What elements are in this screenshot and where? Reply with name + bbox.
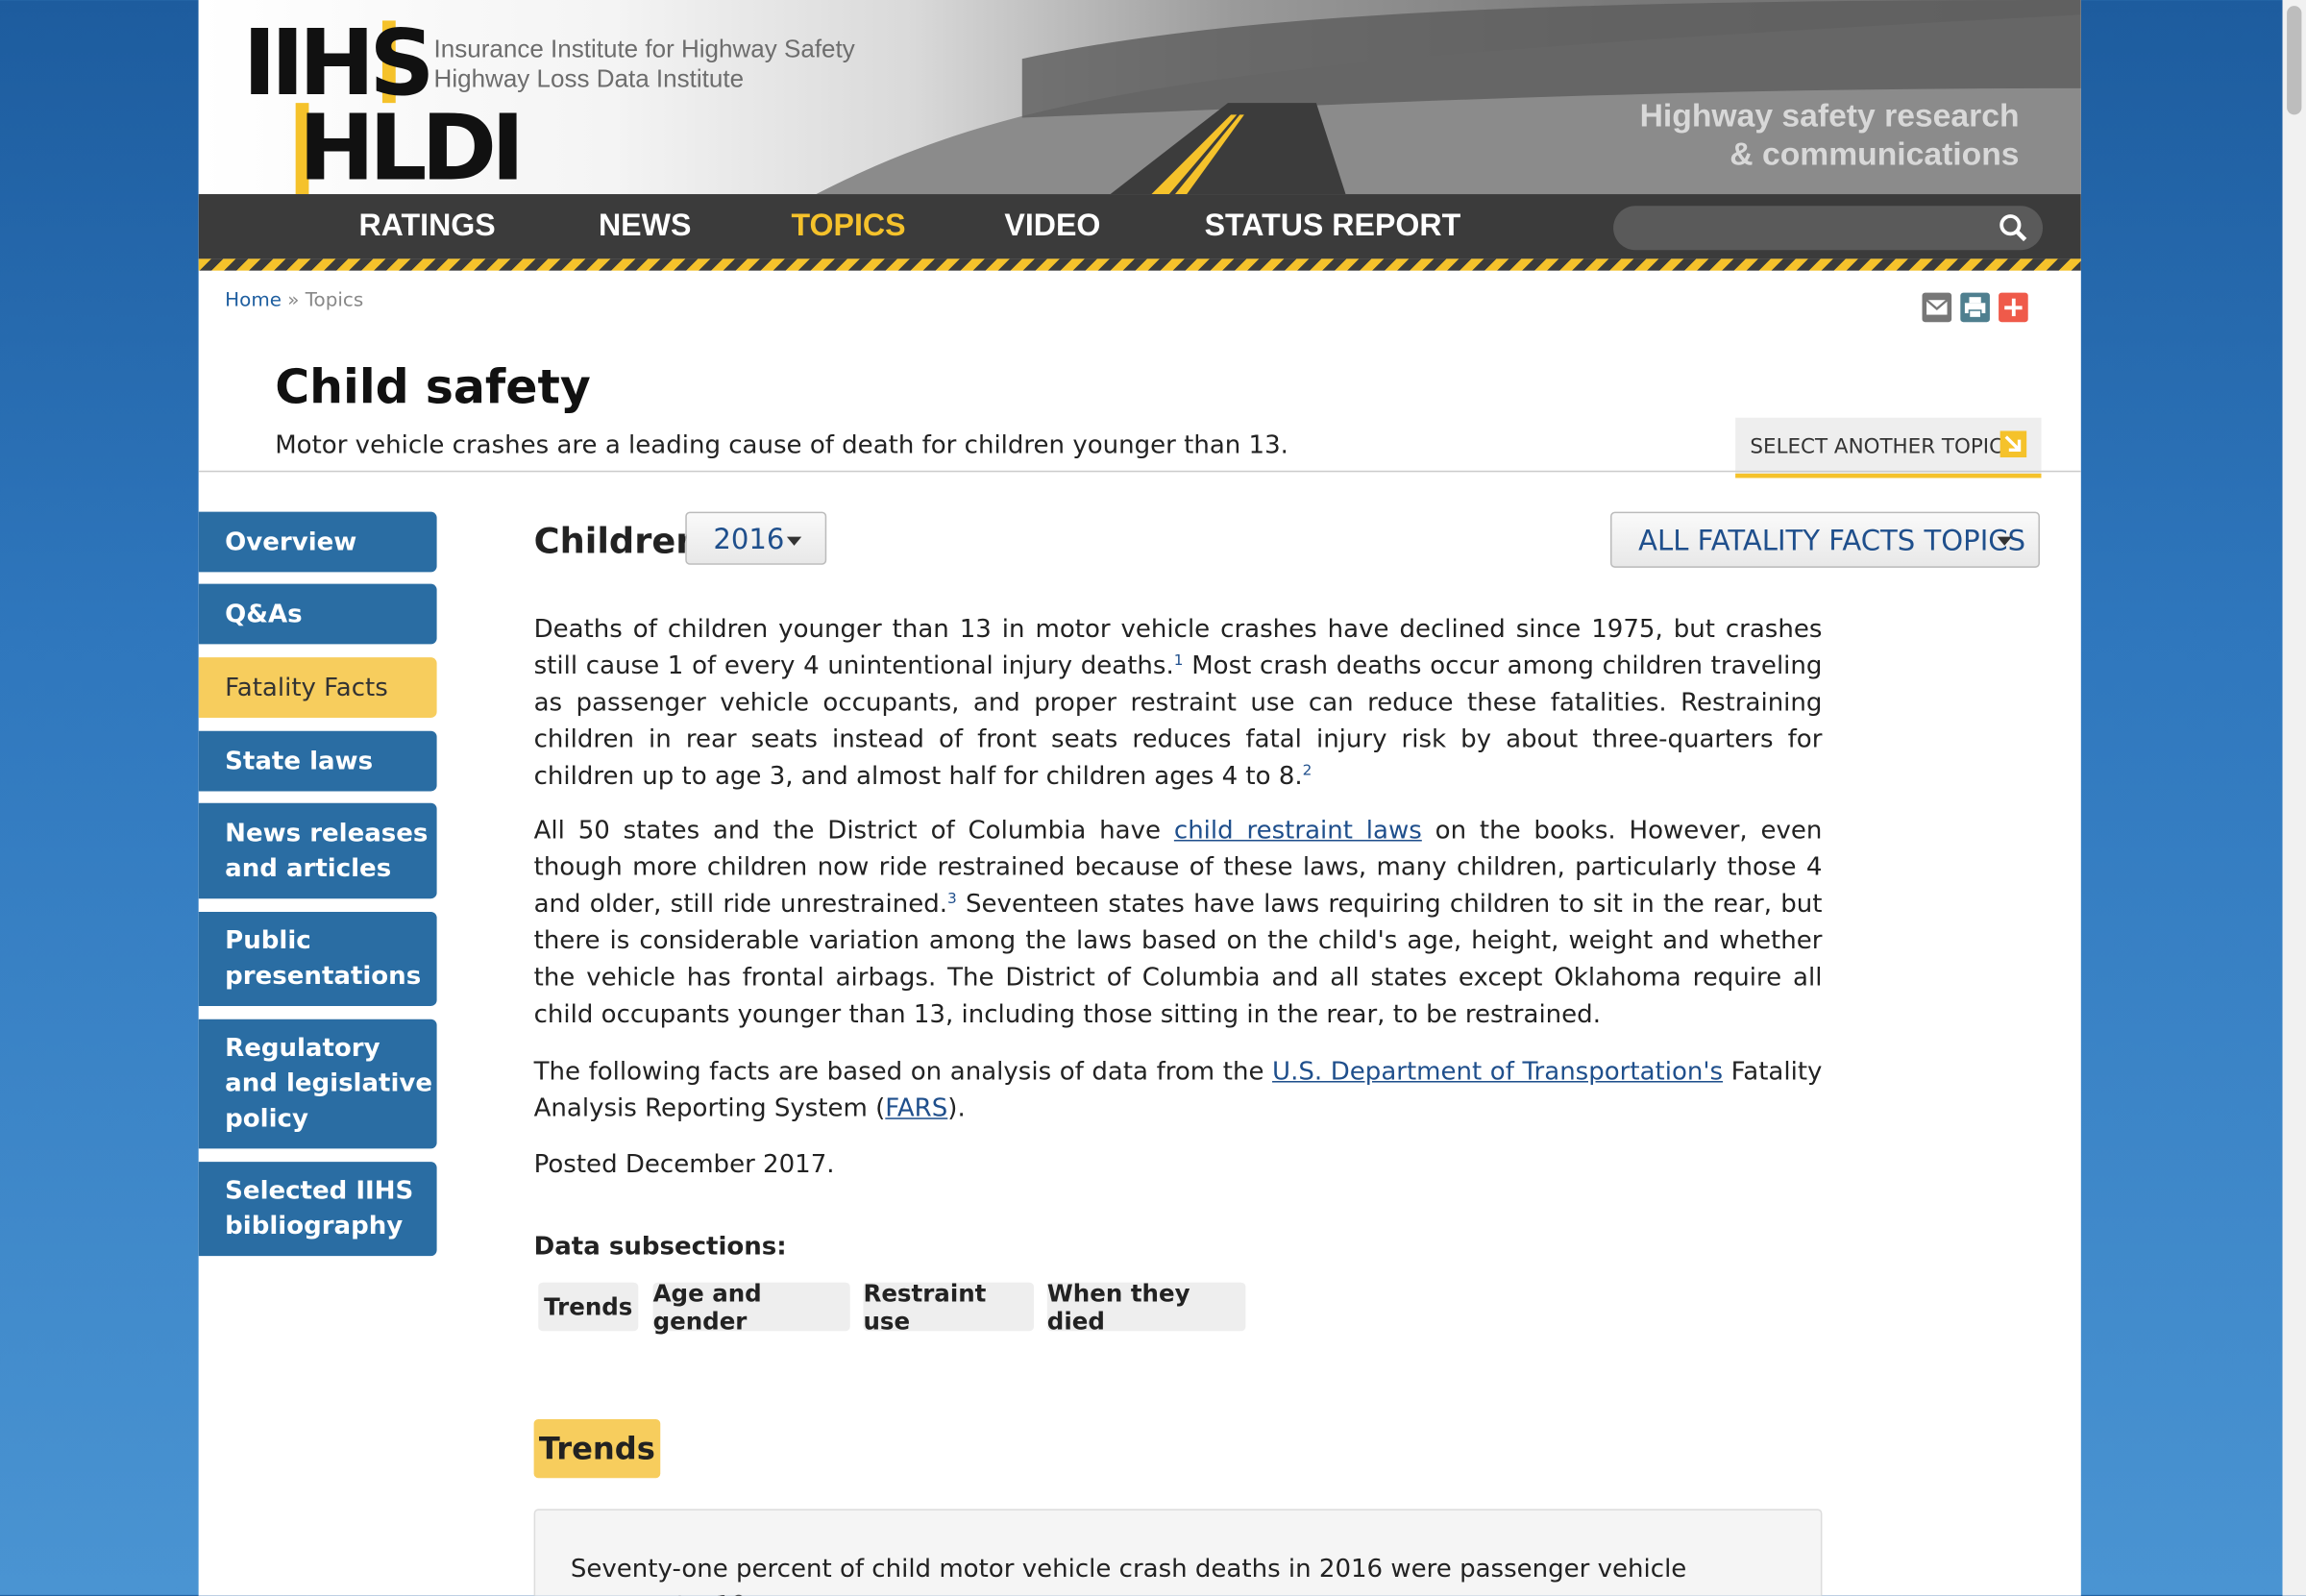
institute-name-hldi: Highway Loss Data Institute: [433, 64, 745, 93]
add-icon[interactable]: [1999, 292, 2028, 323]
nav-ratings[interactable]: RATINGS: [358, 209, 495, 244]
search-icon[interactable]: [1999, 213, 2028, 243]
trends-box: Seventy-one percent of child motor vehic…: [533, 1509, 1823, 1596]
nav-news[interactable]: NEWS: [599, 209, 691, 244]
intro-paragraph-2: All 50 states and the District of Columb…: [533, 816, 1823, 1030]
scrollbar-thumb[interactable]: [2287, 6, 2302, 115]
sidebar-item-overview[interactable]: Overview: [198, 511, 437, 573]
scrollbar[interactable]: [2282, 0, 2306, 1596]
posted-date: Posted December 2017.: [533, 1149, 835, 1180]
trends-text: Seventy-one percent of child motor vehic…: [570, 1554, 1687, 1596]
tagline: Highway safety research & communications: [1640, 97, 2020, 174]
select-topic-label: SELECT ANOTHER TOPIC: [1750, 435, 2004, 459]
sidebar-item-state-laws[interactable]: State laws: [198, 730, 437, 792]
breadcrumb-home[interactable]: Home: [225, 290, 282, 312]
footnote-1-link[interactable]: 1: [1174, 653, 1184, 670]
print-icon[interactable]: [1960, 292, 1990, 323]
all-topics-label: ALL FATALITY FACTS TOPICS: [1638, 525, 2026, 558]
select-another-topic-button[interactable]: SELECT ANOTHER TOPIC: [1735, 417, 2042, 479]
content-heading: Children: [533, 520, 701, 562]
nav-status-report[interactable]: STATUS REPORT: [1205, 209, 1461, 244]
page: IIHS HLDI Insurance Institute for Highwa…: [198, 0, 2081, 1596]
chevron-down-icon: [1997, 536, 2012, 546]
sidebar-item-news-releases[interactable]: News releases and articles: [198, 802, 437, 899]
sidebar-item-public-presentations[interactable]: Public presentations: [198, 911, 437, 1006]
search-input[interactable]: [1613, 206, 2044, 251]
footnote-3-link[interactable]: 3: [947, 892, 957, 908]
sidebar-item-qas[interactable]: Q&As: [198, 583, 437, 645]
breadcrumb: Home » Topics: [225, 290, 363, 312]
footnote-2-link[interactable]: 2: [1303, 763, 1312, 779]
breadcrumb-separator: »: [281, 289, 306, 312]
tagline-line-1: Highway safety research: [1639, 97, 2020, 135]
year-dropdown[interactable]: 2016: [685, 511, 827, 565]
arrow-down-right-icon: [1999, 430, 2027, 458]
all-fatality-facts-topics-dropdown[interactable]: ALL FATALITY FACTS TOPICS: [1610, 511, 2040, 568]
institute-names: Insurance Institute for Highway Safety H…: [434, 36, 855, 94]
nav-hazard-stripe: [198, 258, 2081, 271]
sidebar-item-regulatory-policy[interactable]: Regulatory and legislative policy: [198, 1019, 437, 1149]
trends-heading: Trends: [533, 1419, 661, 1479]
page-subtitle: Motor vehicle crashes are a leading caus…: [275, 430, 1288, 461]
subsection-chip-when-they-died[interactable]: When they died: [1046, 1279, 1246, 1335]
nav-video[interactable]: VIDEO: [1004, 209, 1100, 244]
institute-name-iihs: Insurance Institute for Highway Safety: [433, 35, 855, 63]
email-icon[interactable]: [1922, 292, 1952, 323]
breadcrumb-current: Topics: [305, 289, 364, 312]
subsection-chip-trends[interactable]: Trends: [538, 1282, 639, 1332]
intro-paragraph-3: The following facts are based on analysi…: [533, 1057, 1823, 1124]
header-banner: IIHS HLDI Insurance Institute for Highwa…: [198, 0, 2081, 195]
us-dot-link[interactable]: U.S. Department of Transportation's: [1272, 1058, 1723, 1088]
data-subsections-label: Data subsections:: [533, 1232, 787, 1263]
fars-link[interactable]: FARS: [885, 1094, 947, 1124]
subsection-chip-age-gender[interactable]: Age and gender: [652, 1279, 850, 1335]
child-restraint-laws-link[interactable]: child restraint laws: [1174, 816, 1422, 846]
subsection-chip-restraint-use[interactable]: Restraint use: [863, 1279, 1035, 1335]
intro-paragraph-1: Deaths of children younger than 13 in mo…: [533, 614, 1823, 792]
page-title: Child safety: [275, 358, 591, 415]
sidebar-item-bibliography[interactable]: Selected IIHS bibliography: [198, 1162, 437, 1257]
header-divider: [198, 470, 2081, 473]
nav-topics[interactable]: TOPICS: [791, 209, 905, 244]
sidebar-item-fatality-facts[interactable]: Fatality Facts: [198, 657, 437, 718]
year-dropdown-value: 2016: [713, 523, 785, 556]
chevron-down-icon: [786, 536, 802, 546]
tagline-line-2: & communications: [1730, 135, 2020, 173]
